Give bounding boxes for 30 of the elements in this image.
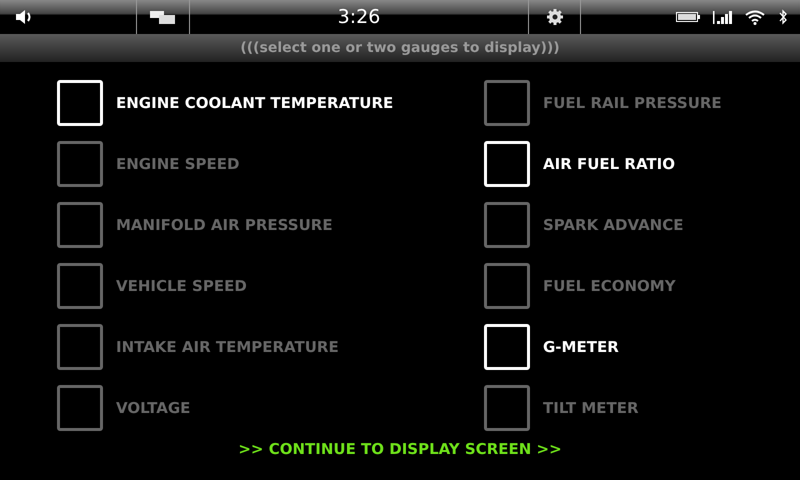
gauge-label[interactable]: TILT METER <box>543 398 639 416</box>
continue-link[interactable]: >> CONTINUE TO DISPLAY SCREEN >> <box>234 438 566 460</box>
settings-icon[interactable] <box>546 8 564 26</box>
battery-icon <box>676 12 700 22</box>
gauge-label[interactable]: VEHICLE SPEED <box>116 276 247 294</box>
gauge-label[interactable]: FUEL RAIL PRESSURE <box>543 94 722 112</box>
gauge-label[interactable]: ENGINE COOLANT TEMPERATURE <box>116 94 394 112</box>
gauge-label[interactable]: AIR FUEL RATIO <box>543 154 675 172</box>
gauge-label[interactable]: MANIFOLD AIR PRESSURE <box>116 216 333 234</box>
checkbox[interactable] <box>57 384 103 430</box>
instruction-text: (((select one or two gauges to display))) <box>240 40 560 56</box>
wifi-icon <box>744 9 766 25</box>
clock-time: 3:26 <box>338 6 380 28</box>
checkbox[interactable] <box>57 262 103 308</box>
gauge-label[interactable]: FUEL ECONOMY <box>543 276 676 294</box>
gauge-label[interactable]: G-METER <box>543 338 619 356</box>
windows-icon[interactable] <box>150 9 176 25</box>
gauge-label[interactable]: SPARK ADVANCE <box>543 216 684 234</box>
checkbox[interactable] <box>484 262 530 308</box>
bluetooth-icon <box>778 9 788 25</box>
gauge-label[interactable]: INTAKE AIR TEMPERATURE <box>116 338 339 356</box>
checkbox[interactable] <box>484 202 530 248</box>
gauge-label[interactable]: VOLTAGE <box>116 398 190 416</box>
checkbox[interactable] <box>57 202 103 248</box>
signal-icon <box>712 10 732 24</box>
checkbox[interactable] <box>484 384 530 430</box>
gauge-label[interactable]: ENGINE SPEED <box>116 154 240 172</box>
checkbox[interactable] <box>484 80 530 126</box>
checkbox[interactable] <box>57 140 103 186</box>
checkbox[interactable] <box>57 324 103 370</box>
